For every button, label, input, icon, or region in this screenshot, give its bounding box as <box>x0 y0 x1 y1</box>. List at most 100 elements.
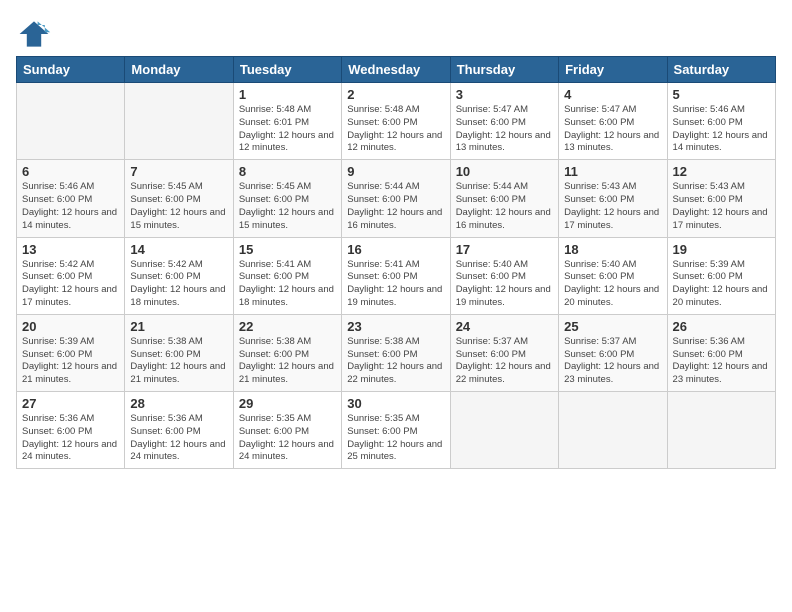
calendar-cell: 29 Sunrise: 5:35 AM Sunset: 6:00 PM Dayli… <box>233 392 341 469</box>
calendar-cell: 24 Sunrise: 5:37 AM Sunset: 6:00 PM Dayli… <box>450 314 558 391</box>
calendar-cell: 19 Sunrise: 5:39 AM Sunset: 6:00 PM Dayli… <box>667 237 775 314</box>
calendar-cell: 5 Sunrise: 5:46 AM Sunset: 6:00 PM Daylig… <box>667 83 775 160</box>
day-number: 12 <box>673 164 770 179</box>
calendar-cell: 20 Sunrise: 5:39 AM Sunset: 6:00 PM Dayli… <box>17 314 125 391</box>
day-number: 2 <box>347 87 444 102</box>
day-number: 19 <box>673 242 770 257</box>
calendar-cell: 23 Sunrise: 5:38 AM Sunset: 6:00 PM Dayli… <box>342 314 450 391</box>
day-info: Sunrise: 5:48 AM Sunset: 6:00 PM Dayligh… <box>347 104 444 155</box>
logo-icon <box>16 16 52 52</box>
calendar-cell: 15Sunrise: 5:41 AM Sunset: 6:00 PM Dayli… <box>233 237 341 314</box>
header-saturday: Saturday <box>667 57 775 83</box>
header-wednesday: Wednesday <box>342 57 450 83</box>
day-info: Sunrise: 5:43 AM Sunset: 6:00 PM Dayligh… <box>564 181 661 232</box>
day-number: 9 <box>347 164 444 179</box>
header <box>16 16 776 52</box>
day-number: 16 <box>347 242 444 257</box>
header-monday: Monday <box>125 57 233 83</box>
day-info: Sunrise: 5:42 AM Sunset: 6:00 PM Dayligh… <box>130 259 227 310</box>
day-info: Sunrise: 5:36 AM Sunset: 6:00 PM Dayligh… <box>130 413 227 464</box>
week-row-5: 27 Sunrise: 5:36 AM Sunset: 6:00 PM Dayli… <box>17 392 776 469</box>
calendar-cell: 28 Sunrise: 5:36 AM Sunset: 6:00 PM Dayli… <box>125 392 233 469</box>
header-friday: Friday <box>559 57 667 83</box>
week-row-1: 1 Sunrise: 5:48 AM Sunset: 6:01 PM Daylig… <box>17 83 776 160</box>
day-info: Sunrise: 5:46 AM Sunset: 6:00 PM Dayligh… <box>22 181 119 232</box>
day-number: 27 <box>22 396 119 411</box>
day-number: 1 <box>239 87 336 102</box>
day-info: Sunrise: 5:37 AM Sunset: 6:00 PM Dayligh… <box>564 336 661 387</box>
calendar-cell: 21Sunrise: 5:38 AM Sunset: 6:00 PM Dayli… <box>125 314 233 391</box>
day-number: 22 <box>239 319 336 334</box>
day-info: Sunrise: 5:42 AM Sunset: 6:00 PM Dayligh… <box>22 259 119 310</box>
day-number: 18 <box>564 242 661 257</box>
header-sunday: Sunday <box>17 57 125 83</box>
calendar-cell: 1 Sunrise: 5:48 AM Sunset: 6:01 PM Daylig… <box>233 83 341 160</box>
day-number: 24 <box>456 319 553 334</box>
week-row-2: 6 Sunrise: 5:46 AM Sunset: 6:00 PM Daylig… <box>17 160 776 237</box>
calendar-cell <box>125 83 233 160</box>
calendar-cell: 3 Sunrise: 5:47 AM Sunset: 6:00 PM Daylig… <box>450 83 558 160</box>
day-info: Sunrise: 5:38 AM Sunset: 6:00 PM Dayligh… <box>239 336 336 387</box>
day-number: 21 <box>130 319 227 334</box>
header-thursday: Thursday <box>450 57 558 83</box>
day-number: 11 <box>564 164 661 179</box>
day-info: Sunrise: 5:39 AM Sunset: 6:00 PM Dayligh… <box>22 336 119 387</box>
day-number: 17 <box>456 242 553 257</box>
day-info: Sunrise: 5:35 AM Sunset: 6:00 PM Dayligh… <box>239 413 336 464</box>
day-number: 29 <box>239 396 336 411</box>
day-number: 23 <box>347 319 444 334</box>
day-number: 7 <box>130 164 227 179</box>
day-info: Sunrise: 5:36 AM Sunset: 6:00 PM Dayligh… <box>673 336 770 387</box>
day-info: Sunrise: 5:39 AM Sunset: 6:00 PM Dayligh… <box>673 259 770 310</box>
calendar-cell: 25 Sunrise: 5:37 AM Sunset: 6:00 PM Dayli… <box>559 314 667 391</box>
day-number: 25 <box>564 319 661 334</box>
day-number: 30 <box>347 396 444 411</box>
day-info: Sunrise: 5:40 AM Sunset: 6:00 PM Dayligh… <box>456 259 553 310</box>
day-number: 8 <box>239 164 336 179</box>
day-number: 28 <box>130 396 227 411</box>
week-row-3: 13Sunrise: 5:42 AM Sunset: 6:00 PM Dayli… <box>17 237 776 314</box>
calendar-cell: 18 Sunrise: 5:40 AM Sunset: 6:00 PM Dayli… <box>559 237 667 314</box>
calendar-cell: 27 Sunrise: 5:36 AM Sunset: 6:00 PM Dayli… <box>17 392 125 469</box>
calendar-cell <box>17 83 125 160</box>
day-number: 5 <box>673 87 770 102</box>
calendar-cell: 13Sunrise: 5:42 AM Sunset: 6:00 PM Dayli… <box>17 237 125 314</box>
day-info: Sunrise: 5:48 AM Sunset: 6:01 PM Dayligh… <box>239 104 336 155</box>
day-info: Sunrise: 5:43 AM Sunset: 6:00 PM Dayligh… <box>673 181 770 232</box>
logo <box>16 16 56 52</box>
calendar-cell: 22 Sunrise: 5:38 AM Sunset: 6:00 PM Dayli… <box>233 314 341 391</box>
day-number: 6 <box>22 164 119 179</box>
calendar-header-row: SundayMondayTuesdayWednesdayThursdayFrid… <box>17 57 776 83</box>
day-number: 4 <box>564 87 661 102</box>
day-info: Sunrise: 5:47 AM Sunset: 6:00 PM Dayligh… <box>456 104 553 155</box>
calendar-cell: 7 Sunrise: 5:45 AM Sunset: 6:00 PM Daylig… <box>125 160 233 237</box>
day-number: 14 <box>130 242 227 257</box>
calendar-cell: 4Sunrise: 5:47 AM Sunset: 6:00 PM Daylig… <box>559 83 667 160</box>
calendar-cell: 12 Sunrise: 5:43 AM Sunset: 6:00 PM Dayli… <box>667 160 775 237</box>
day-info: Sunrise: 5:35 AM Sunset: 6:00 PM Dayligh… <box>347 413 444 464</box>
day-number: 3 <box>456 87 553 102</box>
day-info: Sunrise: 5:36 AM Sunset: 6:00 PM Dayligh… <box>22 413 119 464</box>
calendar-cell <box>559 392 667 469</box>
week-row-4: 20 Sunrise: 5:39 AM Sunset: 6:00 PM Dayli… <box>17 314 776 391</box>
day-number: 20 <box>22 319 119 334</box>
calendar-cell: 6 Sunrise: 5:46 AM Sunset: 6:00 PM Daylig… <box>17 160 125 237</box>
calendar-cell: 26 Sunrise: 5:36 AM Sunset: 6:00 PM Dayli… <box>667 314 775 391</box>
day-number: 10 <box>456 164 553 179</box>
calendar-cell <box>667 392 775 469</box>
calendar-cell: 9Sunrise: 5:44 AM Sunset: 6:00 PM Daylig… <box>342 160 450 237</box>
calendar-cell: 8 Sunrise: 5:45 AM Sunset: 6:00 PM Daylig… <box>233 160 341 237</box>
day-info: Sunrise: 5:37 AM Sunset: 6:00 PM Dayligh… <box>456 336 553 387</box>
day-info: Sunrise: 5:45 AM Sunset: 6:00 PM Dayligh… <box>239 181 336 232</box>
day-info: Sunrise: 5:45 AM Sunset: 6:00 PM Dayligh… <box>130 181 227 232</box>
calendar-cell: 14 Sunrise: 5:42 AM Sunset: 6:00 PM Dayli… <box>125 237 233 314</box>
day-info: Sunrise: 5:40 AM Sunset: 6:00 PM Dayligh… <box>564 259 661 310</box>
calendar-cell: 16 Sunrise: 5:41 AM Sunset: 6:00 PM Dayli… <box>342 237 450 314</box>
day-info: Sunrise: 5:41 AM Sunset: 6:00 PM Dayligh… <box>347 259 444 310</box>
day-info: Sunrise: 5:38 AM Sunset: 6:00 PM Dayligh… <box>347 336 444 387</box>
day-number: 26 <box>673 319 770 334</box>
calendar-cell: 2 Sunrise: 5:48 AM Sunset: 6:00 PM Daylig… <box>342 83 450 160</box>
calendar-cell: 10Sunrise: 5:44 AM Sunset: 6:00 PM Dayli… <box>450 160 558 237</box>
calendar-cell <box>450 392 558 469</box>
day-info: Sunrise: 5:46 AM Sunset: 6:00 PM Dayligh… <box>673 104 770 155</box>
